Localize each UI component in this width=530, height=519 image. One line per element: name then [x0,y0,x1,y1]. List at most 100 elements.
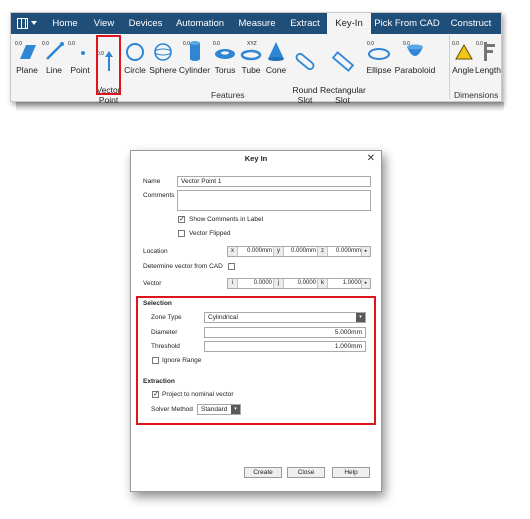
cylinder-icon: 0.0 [183,41,200,61]
create-button[interactable]: Create [244,467,282,478]
location-y-field[interactable]: 0.000mm [284,247,316,256]
group-separator [449,35,450,99]
tool-label: Length [475,65,501,75]
chevron-down-icon [31,21,37,25]
tab-measure[interactable]: Measure [231,13,283,34]
tool-tube[interactable]: XYZ Tube [239,37,263,89]
app-menu-button[interactable] [17,17,39,30]
paraboloid-icon: 0.0 [403,41,423,56]
selection-extraction-highlight [136,296,376,425]
show-comments-checkbox[interactable]: ✓ [178,216,185,223]
location-x-field[interactable]: 0.000mm [238,247,272,256]
tool-label: Cone [265,65,287,75]
tool-point[interactable]: 0.0 Point [67,37,93,89]
torus-icon: 0.0 [213,41,235,59]
name-label: Name [143,178,161,185]
tool-round-slot[interactable]: Round Slot [290,37,320,105]
tool-cone[interactable]: Cone [263,37,289,89]
icon-badge: 0.0 [183,41,190,47]
axis-label-j: j [273,279,284,288]
ribbon-tab-bar: Home View Devices Automation Measure Ext… [11,13,501,34]
tool-label: Rectangular Slot [320,85,366,105]
tab-home[interactable]: Home [45,13,85,34]
tool-length[interactable]: 0.0 Length [475,37,501,89]
tool-label: Cylinder [178,65,211,75]
icon-badge: 0.0 [213,41,220,47]
tool-label: Point [70,65,90,75]
tool-cylinder[interactable]: 0.0 Cylinder [178,37,211,89]
vector-point-highlight [96,35,121,95]
tool-label: Torus [214,65,236,75]
tab-key-in[interactable]: Key-In [327,13,371,34]
tool-sphere[interactable]: Sphere [148,37,178,89]
angle-icon: 0.0 [452,41,473,60]
vector-k-field[interactable]: 1.0000 [328,279,361,288]
comments-field[interactable] [177,190,371,211]
vector-flipped-checkbox[interactable] [178,230,185,237]
tool-label: Paraboloid [394,65,436,75]
point-icon: 0.0 [68,41,85,55]
tool-angle[interactable]: 0.0 Angle [451,37,475,89]
dialog-title: Key In [244,154,268,163]
tab-extract[interactable]: Extract [285,13,325,34]
determine-vector-label: Determine vector from CAD [143,263,223,270]
location-spin-button[interactable]: ▸ [361,247,370,256]
name-field[interactable]: Vector Point 1 [177,176,371,187]
tool-label: Plane [16,65,38,75]
tool-label: Tube [241,65,261,75]
tool-line[interactable]: 0.0 Line [41,37,67,89]
location-label: Location [143,248,168,255]
axis-label-i: i [228,279,238,288]
sphere-icon [154,43,172,61]
tool-torus[interactable]: 0.0 Torus [211,37,239,89]
tab-devices[interactable]: Devices [123,13,168,34]
tab-view[interactable]: View [88,13,120,34]
location-input-group: x 0.000mm y 0.000mm z 0.000mm ▸ [227,246,371,257]
tab-automation[interactable]: Automation [171,13,229,34]
circle-icon [126,43,144,61]
icon-badge: 0.0 [15,41,22,47]
determine-vector-checkbox[interactable] [228,263,235,270]
tool-paraboloid[interactable]: 0.0 Paraboloid [393,37,437,89]
help-button[interactable]: Help [332,467,370,478]
tool-circle[interactable]: Circle [122,37,148,89]
icon-badge: 0.0 [452,41,459,47]
grid-icon [17,18,28,29]
tab-pick-from-cad[interactable]: Pick From CAD [373,13,441,34]
vector-flipped-label: Vector Flipped [189,230,231,237]
tool-rectangular-slot[interactable]: Rectangular Slot [320,37,366,105]
tool-label: Sphere [149,65,177,75]
round-slot-icon [295,52,315,71]
tool-label: Angle [452,65,474,75]
icon-badge: 0.0 [367,41,374,47]
cone-icon [268,42,284,61]
location-z-field[interactable]: 0.000mm [328,247,361,256]
tool-label: Circle [124,65,146,75]
axis-label-x: x [228,247,238,256]
vector-i-field[interactable]: 0.0000 [238,279,272,288]
tool-plane[interactable]: 0.0 Plane [13,37,41,89]
group-label-features: Features [211,90,245,100]
ribbon-shadow [16,102,504,112]
vector-j-field[interactable]: 0.0000 [284,279,316,288]
tab-construct[interactable]: Construct [443,13,499,34]
rectangular-slot-icon [331,51,354,72]
icon-badge: 0.0 [476,41,483,47]
vector-input-group: i 0.0000 j 0.0000 k 1.0000 ▸ [227,278,371,289]
icon-badge: XYZ [247,41,257,47]
icon-badge: 0.0 [42,41,49,47]
vector-spin-button[interactable]: ▸ [361,279,370,288]
close-icon[interactable]: ✕ [367,153,375,165]
ellipse-icon: 0.0 [367,41,390,60]
show-comments-label: Show Comments in Label [189,216,264,223]
tube-icon: XYZ [240,41,262,61]
axis-label-k: k [317,279,328,288]
axis-label-z: z [317,247,328,256]
tool-ellipse[interactable]: 0.0 Ellipse [365,37,393,89]
tool-label: Ellipse [366,65,392,75]
close-button[interactable]: Close [287,467,325,478]
tool-label: Line [45,65,63,75]
key-in-dialog: Key In ✕ Name Vector Point 1 Comments ✓ … [130,150,382,492]
line-icon: 0.0 [42,41,64,60]
icon-badge: 0.0 [68,41,75,47]
